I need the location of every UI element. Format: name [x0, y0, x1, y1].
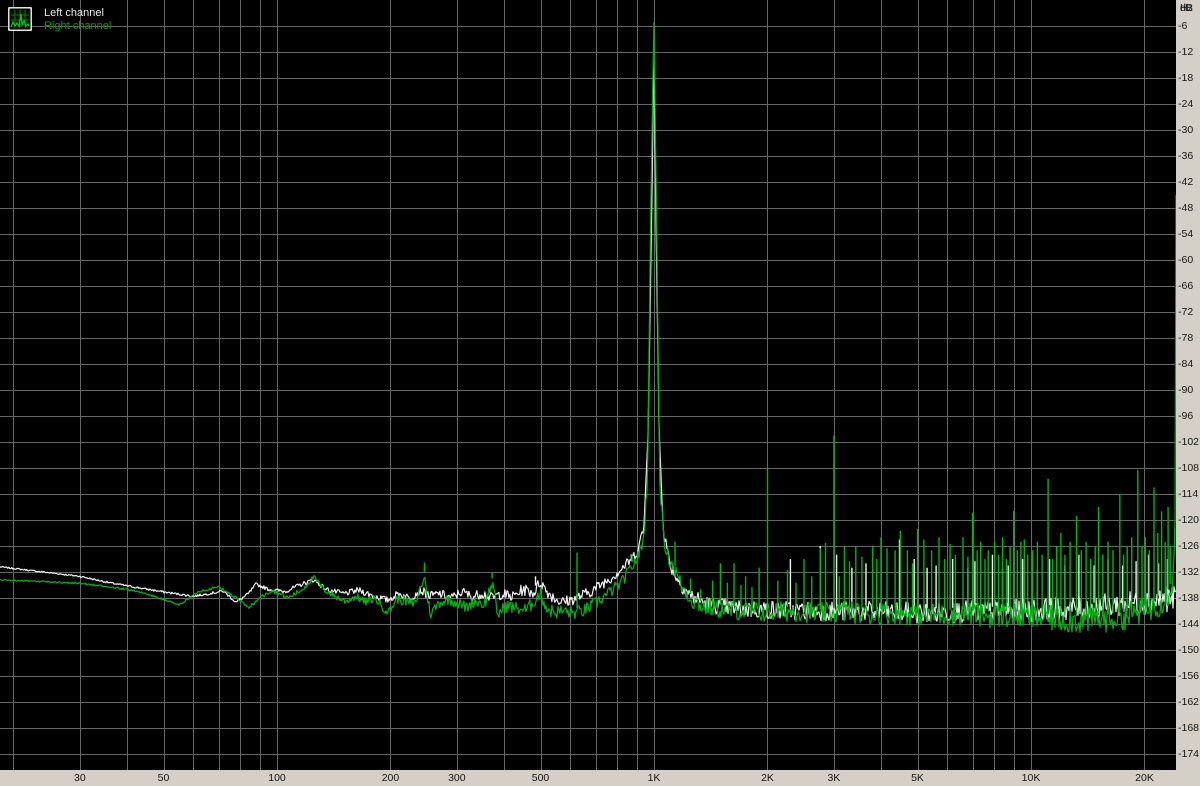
series-left-channel: [0, 38, 1176, 624]
y-tick-label: -30: [1178, 124, 1194, 136]
series-right-channel: [0, 22, 1176, 634]
y-tick-label: -48: [1178, 202, 1194, 214]
x-tick-label: 20K: [1135, 772, 1154, 784]
spectrum-canvas: [0, 0, 1176, 770]
spectrum-plot: [0, 0, 1176, 770]
x-tick-label: 200: [381, 772, 400, 784]
y-tick-label: -72: [1178, 306, 1194, 318]
y-tick-label: -12: [1178, 46, 1194, 58]
y-axis-panel: dB -6 -12 -18 -24 -30 -36 -42 -48 -54 -60 -66 -72 -7…: [1176, 0, 1200, 786]
y-tick-label: -84: [1178, 358, 1194, 370]
y-tick-label: -132: [1178, 566, 1200, 578]
x-tick-label: 10K: [1021, 772, 1041, 784]
y-tick-label: -174: [1178, 748, 1200, 760]
spectrum-icon: [8, 7, 32, 31]
y-tick-label: -78: [1178, 332, 1194, 344]
legend: Left channel Right channel: [8, 7, 111, 33]
y-tick-label: -126: [1178, 540, 1200, 552]
x-tick-label: 1K: [647, 772, 661, 784]
y-tick-label: -66: [1178, 280, 1194, 292]
y-tick-label: -18: [1178, 72, 1194, 84]
legend-right-channel-label: Right channel: [44, 20, 112, 32]
legend-left-channel-label: Left channel: [44, 7, 104, 19]
x-tick-label: 3K: [827, 772, 841, 784]
grid-lines: [0, 0, 1176, 770]
y-tick-label: -108: [1178, 462, 1200, 474]
x-tick-label: 100: [268, 772, 286, 784]
x-tick-label: 30: [74, 772, 86, 784]
y-tick-label: -60: [1178, 254, 1194, 266]
y-tick-label: -42: [1178, 176, 1194, 188]
x-axis-panel: 30 50 100 200 300 500 1K 2K 3K 5K 10K 20K: [0, 770, 1200, 786]
y-tick-label: -90: [1178, 384, 1194, 396]
x-tick-label: 5K: [911, 772, 924, 784]
y-tick-label: -162: [1178, 696, 1200, 708]
y-tick-label: -150: [1178, 644, 1200, 656]
y-tick-label: -138: [1178, 592, 1200, 604]
x-tick-label: 300: [448, 772, 466, 784]
x-tick-label: 500: [531, 772, 550, 784]
y-tick-label: -96: [1178, 410, 1194, 422]
y-tick-label: -156: [1178, 670, 1200, 682]
y-tick-label: -6: [1178, 20, 1188, 32]
y-tick-label: -36: [1178, 150, 1194, 162]
x-axis-unit-label: Hz: [1180, 2, 1193, 14]
y-tick-label: -114: [1178, 488, 1199, 500]
spectrum-analyzer-window: dB -6 -12 -18 -24 -30 -36 -42 -48 -54 -60 -66 -72 -7…: [0, 0, 1200, 786]
y-tick-label: -24: [1178, 98, 1194, 110]
x-tick-label: 2K: [761, 772, 774, 784]
legend-labels: Left channel Right channel: [44, 7, 111, 33]
y-tick-label: -144: [1178, 618, 1200, 630]
y-tick-label: -54: [1178, 228, 1194, 240]
y-tick-label: -102: [1178, 436, 1200, 448]
y-tick-label: -168: [1178, 722, 1200, 734]
x-tick-label: 50: [157, 772, 170, 784]
y-tick-label: -120: [1178, 514, 1200, 526]
